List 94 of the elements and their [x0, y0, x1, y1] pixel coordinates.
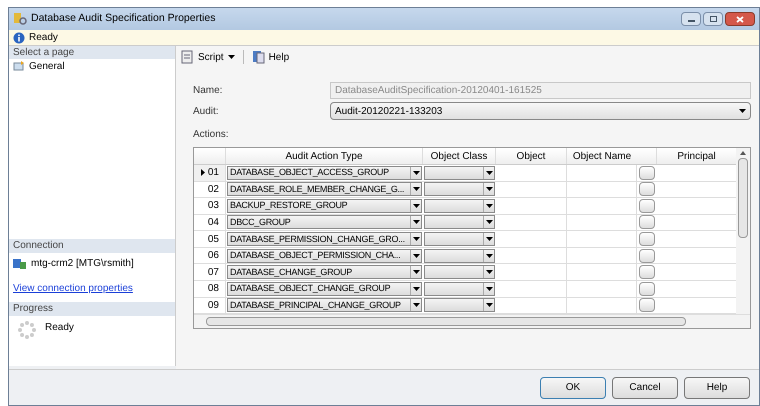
dropdown[interactable]: DATABASE_ROLE_MEMBER_CHANGE_G...	[227, 182, 422, 196]
dropdown[interactable]: DATABASE_CHANGE_GROUP	[227, 265, 422, 280]
row-header[interactable]: 02	[194, 182, 226, 198]
browse-button[interactable]	[639, 248, 655, 263]
browse-button[interactable]	[639, 166, 655, 180]
dropdown[interactable]	[424, 248, 495, 263]
info-icon	[13, 32, 25, 44]
dropdown-caret-icon	[486, 220, 492, 224]
dialog-button[interactable]: Help	[684, 376, 750, 398]
dropdown-caret-icon	[412, 303, 420, 308]
dropdown-caret-icon	[739, 109, 746, 113]
row-header[interactable]: 08	[194, 280, 226, 296]
browse-button[interactable]	[639, 182, 655, 196]
column-header[interactable]: Object	[496, 148, 567, 164]
browse-button[interactable]	[639, 232, 655, 246]
dropdown[interactable]	[424, 166, 495, 180]
row-header[interactable]: 01	[194, 165, 226, 181]
browse-button[interactable]	[639, 298, 655, 312]
audit-label: Audit:	[193, 104, 220, 118]
dropdown-caret-icon	[412, 204, 420, 208]
dropdown[interactable]	[424, 282, 495, 296]
help-button[interactable]: Help	[252, 50, 290, 64]
actions-label: Actions:	[193, 128, 230, 142]
dropdown[interactable]	[424, 298, 495, 312]
dropdown-caret-icon	[486, 270, 492, 274]
dropdown[interactable]	[424, 182, 495, 196]
progress-text: Ready	[45, 321, 74, 335]
help-icon	[252, 50, 265, 64]
dropdown-caret-icon	[412, 187, 420, 192]
dropdown[interactable]: BACKUP_RESTORE_GROUP	[227, 198, 422, 213]
dropdown-caret-icon	[486, 254, 492, 258]
dropdown[interactable]: DBCC_GROUP	[227, 215, 422, 230]
row-header[interactable]: 03	[194, 198, 226, 214]
script-caret-icon	[228, 55, 235, 59]
dropdown[interactable]: DATABASE_PERMISSION_CHANGE_GRO...	[227, 232, 422, 246]
section-header: Progress	[9, 302, 175, 316]
column-header[interactable]: Object Name	[567, 148, 637, 164]
dropdown-caret-icon	[412, 220, 420, 224]
row-header[interactable]: 09	[194, 298, 226, 314]
column-header[interactable]: Principal	[657, 148, 736, 164]
minimize-button[interactable]	[681, 12, 701, 26]
browse-button[interactable]	[639, 215, 655, 230]
script-button[interactable]: Script	[180, 50, 235, 64]
script-icon	[180, 50, 194, 64]
dropdown[interactable]: DATABASE_PRINCIPAL_CHANGE_GROUP	[227, 298, 422, 312]
dropdown-caret-icon	[412, 170, 420, 175]
audit-icon	[13, 12, 27, 26]
maximize-button[interactable]	[703, 12, 723, 26]
vertical-scrollbar[interactable]	[736, 148, 750, 314]
server-icon	[13, 258, 27, 270]
dropdown[interactable]: DATABASE_OBJECT_PERMISSION_CHA...	[227, 248, 422, 263]
audit-dropdown[interactable]: Audit-20120221-133203	[330, 102, 751, 120]
current-row-icon	[200, 169, 205, 176]
column-header[interactable]: Object Class	[423, 148, 496, 164]
connection-text: mtg-crm2 [MTG\rsmith]	[31, 257, 134, 271]
dropdown-caret-icon	[486, 237, 492, 242]
section-header: Connection	[9, 239, 175, 253]
dropdown[interactable]	[424, 265, 495, 280]
connection-link[interactable]: View connection properties	[9, 281, 175, 296]
dropdown[interactable]	[424, 215, 495, 230]
dropdown-caret-icon	[412, 286, 420, 291]
dialog-button[interactable]: Cancel	[612, 376, 678, 398]
dropdown-caret-icon	[486, 286, 492, 291]
row-header[interactable]: 05	[194, 231, 226, 247]
browse-button[interactable]	[639, 265, 655, 280]
name-label: Name:	[193, 84, 224, 98]
browse-button[interactable]	[639, 198, 655, 213]
dialog-button[interactable]: OK	[540, 376, 606, 398]
row-header[interactable]: 04	[194, 214, 226, 230]
status-text: Ready	[29, 31, 58, 45]
dropdown[interactable]	[424, 198, 495, 213]
page-item[interactable]: General	[9, 59, 175, 73]
dropdown-caret-icon	[486, 303, 492, 308]
browse-button[interactable]	[639, 282, 655, 296]
page-icon	[13, 61, 25, 71]
dropdown[interactable]: DATABASE_OBJECT_CHANGE_GROUP	[227, 282, 422, 296]
close-button[interactable]	[725, 12, 755, 26]
spinner-icon	[17, 320, 37, 340]
close-icon	[736, 16, 744, 22]
row-header[interactable]: 06	[194, 248, 226, 264]
row-header[interactable]: 07	[194, 264, 226, 280]
dropdown-caret-icon	[486, 187, 492, 192]
dropdown-caret-icon	[412, 254, 420, 258]
dropdown-caret-icon	[486, 170, 492, 175]
dropdown-caret-icon	[412, 237, 420, 242]
dropdown[interactable]	[424, 232, 495, 246]
scroll-up-icon[interactable]	[740, 151, 746, 155]
horizontal-scrollbar[interactable]	[194, 314, 750, 328]
dropdown[interactable]: DATABASE_OBJECT_ACCESS_GROUP	[227, 166, 422, 180]
section-header: Select a page	[9, 46, 175, 59]
dropdown-caret-icon	[412, 270, 420, 274]
column-header[interactable]: Audit Action Type	[226, 148, 423, 164]
dropdown-caret-icon	[486, 204, 492, 208]
window-title: Database Audit Specification Properties	[31, 11, 216, 26]
